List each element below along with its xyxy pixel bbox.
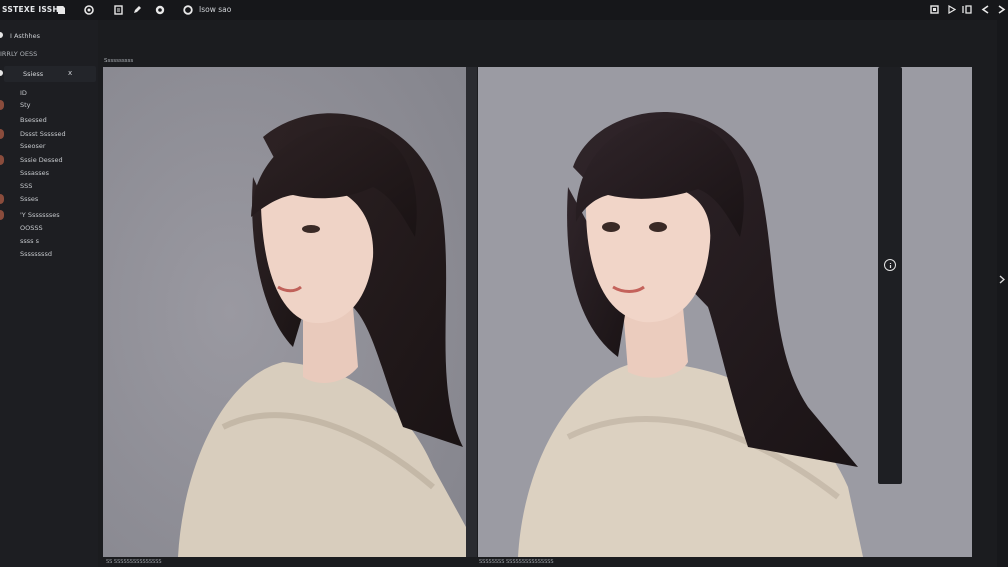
settings-icon[interactable] bbox=[182, 4, 193, 15]
doc-icon[interactable] bbox=[56, 4, 67, 15]
sidebar-item[interactable]: Sseoser bbox=[0, 141, 96, 152]
info-icon bbox=[889, 262, 891, 268]
avatar bbox=[0, 210, 4, 220]
frame-icon[interactable] bbox=[961, 4, 972, 15]
bullet-icon bbox=[0, 32, 3, 38]
chevron-right-icon[interactable] bbox=[999, 275, 1005, 284]
compare-slider-track[interactable] bbox=[878, 67, 902, 484]
left-panel-footer: SS SSSSSSSSSSSSSSS bbox=[106, 559, 162, 565]
sidebar-item-label: Sty bbox=[20, 101, 31, 109]
back-icon[interactable] bbox=[980, 4, 991, 15]
sidebar-item[interactable]: Sssasses bbox=[0, 168, 96, 179]
panel-divider[interactable] bbox=[466, 67, 477, 557]
sidebar-item[interactable]: ssss s bbox=[0, 236, 96, 247]
sidebar: I Asthhes IRRLY OESS Ssiess x ID Sty Bsess… bbox=[0, 20, 98, 567]
portrait-image-left bbox=[103, 67, 466, 557]
right-panel-footer: SSSSSSSS SSSSSSSSSSSSSSS bbox=[479, 559, 554, 565]
avatar bbox=[0, 100, 4, 110]
top-toolbar: SSTEXE ISSHE Isow sao bbox=[0, 0, 1008, 20]
bullet-icon bbox=[0, 70, 3, 76]
avatar bbox=[0, 155, 4, 165]
sidebar-header: I Asthhes bbox=[10, 32, 40, 40]
right-scroll-rail[interactable] bbox=[997, 20, 1008, 567]
sidebar-subheader: IRRLY OESS bbox=[0, 50, 38, 58]
circle-icon[interactable] bbox=[83, 4, 94, 15]
forward-icon[interactable] bbox=[996, 4, 1007, 15]
disc-icon[interactable] bbox=[154, 4, 165, 15]
sidebar-item[interactable]: OOSSS bbox=[0, 223, 96, 234]
sidebar-section-label: Ssiess bbox=[23, 70, 44, 78]
avatar bbox=[0, 129, 4, 139]
sidebar-item-label: OOSSS bbox=[20, 224, 43, 232]
sidebar-item-label: Sssie Dessed bbox=[20, 156, 63, 164]
avatar bbox=[0, 194, 4, 204]
sidebar-item[interactable]: Ssssssssd bbox=[0, 249, 96, 260]
sidebar-item[interactable]: 'Y Ssssssses bbox=[0, 210, 96, 221]
play-icon[interactable] bbox=[946, 4, 957, 15]
sidebar-item-label: SSS bbox=[20, 182, 33, 190]
sidebar-item[interactable]: ID bbox=[0, 88, 96, 99]
sidebar-item-label: Dssst Sssssed bbox=[20, 130, 66, 138]
sidebar-item[interactable]: Bsessed bbox=[0, 115, 96, 126]
sidebar-item-label: Sssasses bbox=[20, 169, 50, 177]
sidebar-item[interactable]: Dssst Sssssed bbox=[0, 129, 96, 140]
sidebar-item[interactable]: Ssses bbox=[0, 194, 96, 205]
sidebar-item[interactable]: SSS bbox=[0, 181, 96, 192]
page-icon[interactable] bbox=[113, 4, 124, 15]
sidebar-item[interactable]: Sty bbox=[0, 100, 96, 111]
sidebar-item-label: Ssssssssd bbox=[20, 250, 52, 258]
sidebar-section[interactable]: Ssiess x bbox=[4, 66, 96, 82]
sidebar-item-label: ssss s bbox=[20, 237, 39, 245]
stop-icon[interactable] bbox=[929, 4, 940, 15]
pen-icon[interactable] bbox=[131, 4, 142, 15]
sidebar-item[interactable]: Sssie Dessed bbox=[0, 155, 96, 166]
sidebar-item-label: Bsessed bbox=[20, 116, 47, 124]
close-icon[interactable]: x bbox=[68, 69, 72, 77]
left-panel-caption: Ssssssssss bbox=[104, 58, 134, 64]
sidebar-item-label: Ssses bbox=[20, 195, 39, 203]
left-image-panel[interactable] bbox=[103, 67, 466, 557]
sidebar-item-label: 'Y Ssssssses bbox=[20, 211, 60, 219]
compare-slider-handle[interactable] bbox=[884, 259, 896, 271]
sidebar-item-label: Sseoser bbox=[20, 142, 46, 150]
sidebar-item-label: ID bbox=[20, 89, 27, 97]
toolbar-label[interactable]: Isow sao bbox=[199, 5, 231, 14]
